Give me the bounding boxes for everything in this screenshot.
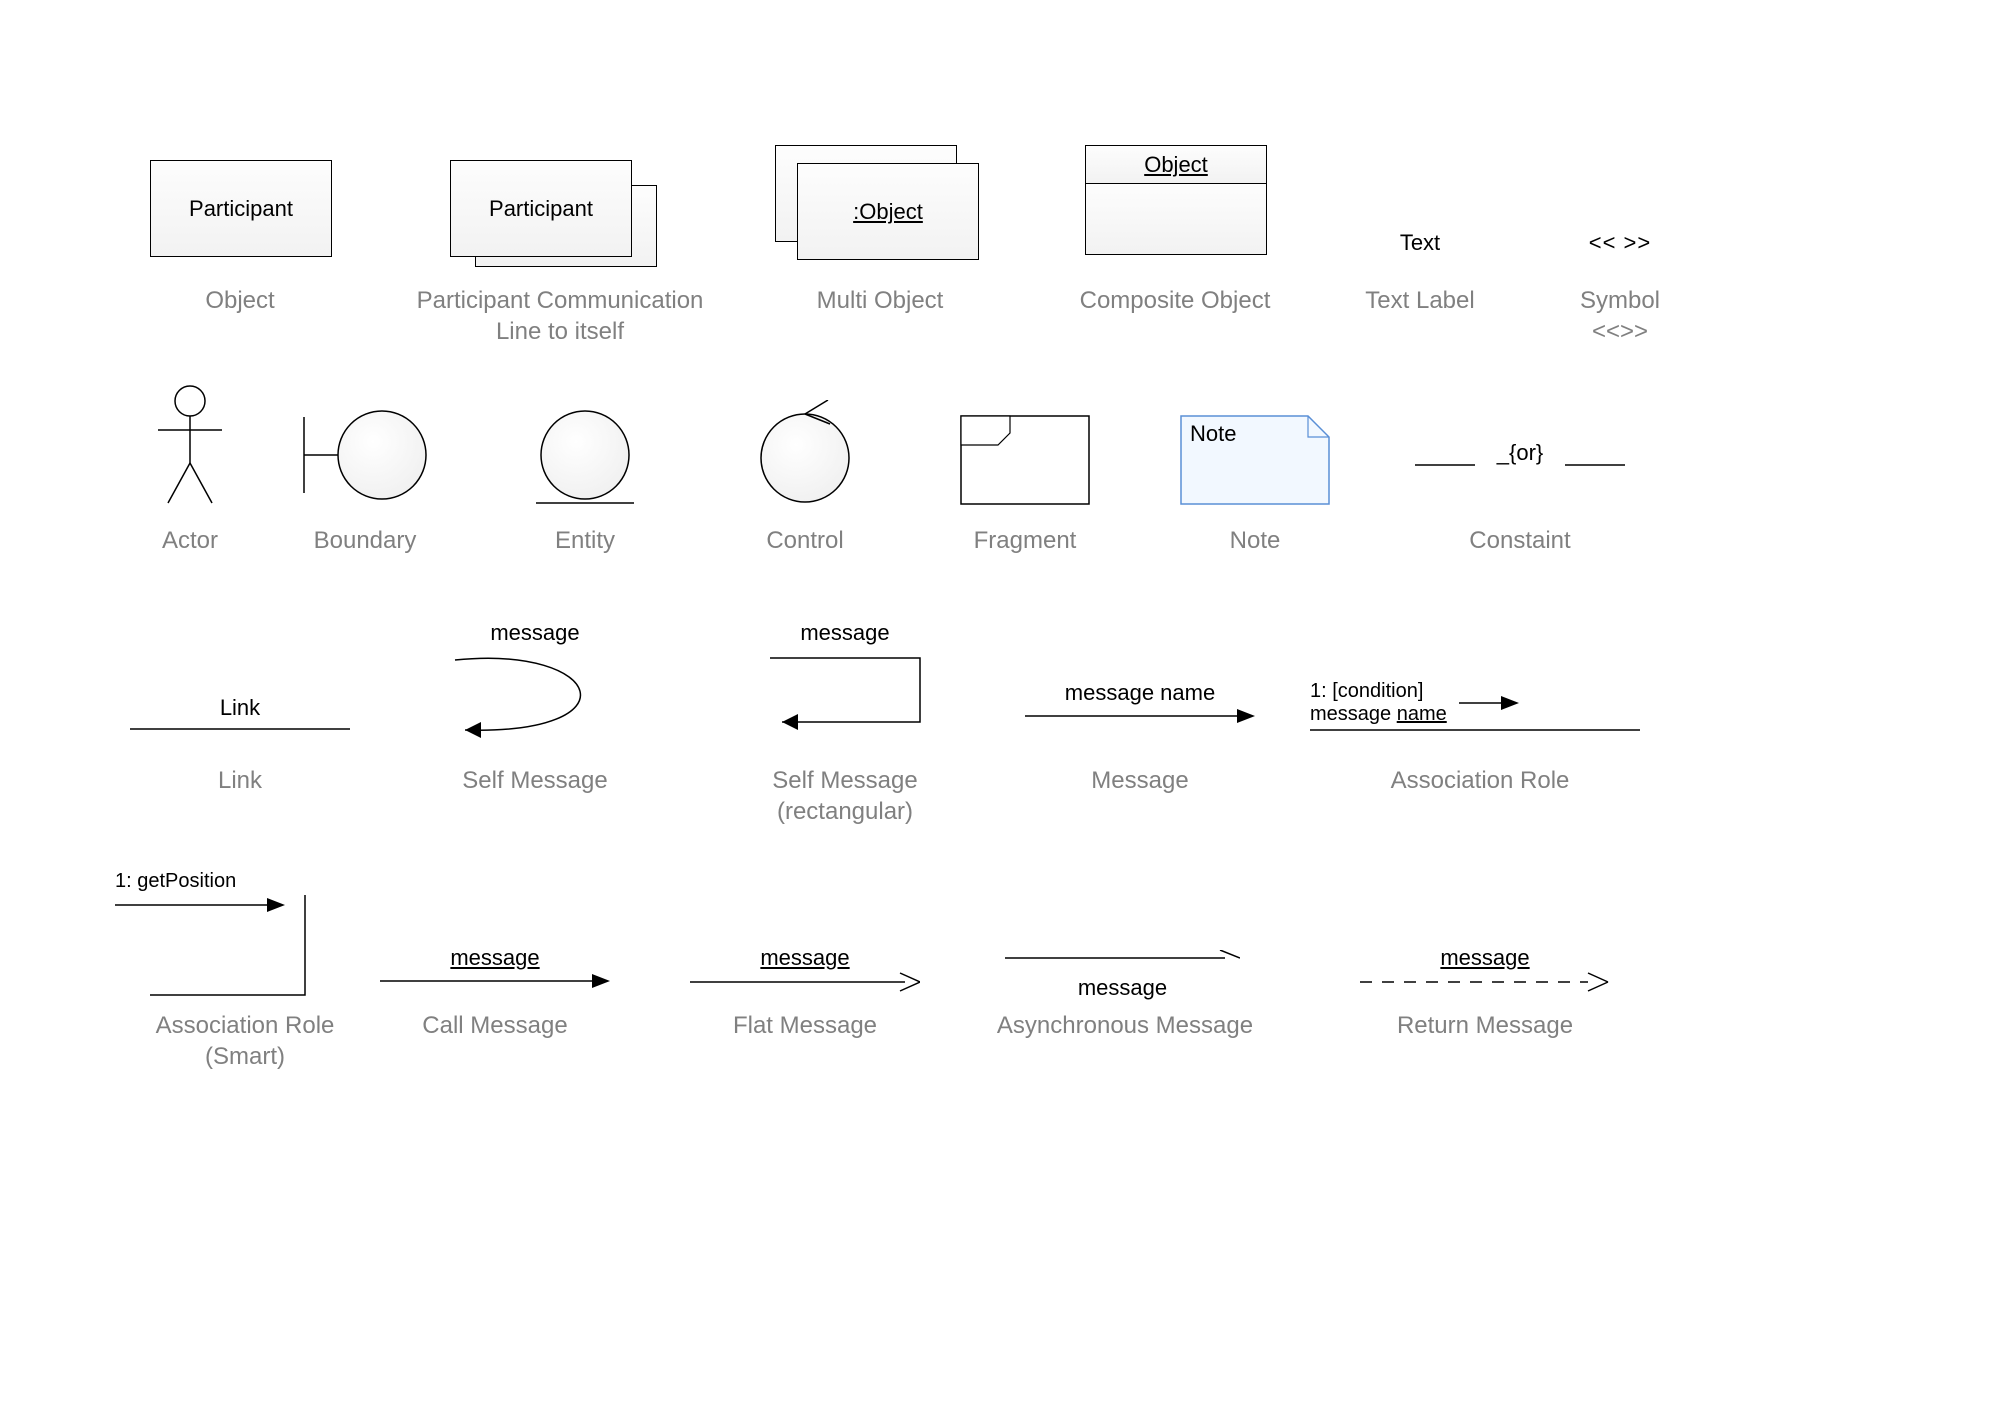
entity-caption: Entity [530,525,640,556]
object-label: Participant [189,196,293,222]
self-message-rect-label: message [760,620,930,646]
async-message-symbol: message [1005,950,1240,1001]
assoc-role-smart-symbol: 1: getPosition [115,870,315,1010]
control-caption: Control [750,525,860,556]
text-label-symbol: Text [1370,230,1470,256]
self-message-rect-caption: Self Message (rectangular) [740,765,950,827]
multi-object-caption: Multi Object [775,285,985,316]
message-symbol: message name [1025,680,1255,731]
call-message-caption: Call Message [410,1010,580,1041]
link-label: Link [130,695,350,721]
fragment-icon [960,415,1090,510]
flat-message-caption: Flat Message [720,1010,890,1041]
symbol-caption: Symbol <<>> [1555,285,1685,347]
symbol-glyph: << >> [1560,230,1680,256]
multi-object-symbol: :Object [775,145,980,255]
fragment-caption: Fragment [955,525,1095,556]
assoc-role-line2-pre: message [1310,703,1397,725]
control-icon [750,400,860,515]
assoc-role-smart-label: 1: getPosition [115,870,315,893]
association-role-symbol: 1: [condition] message name [1310,680,1640,734]
composite-object-symbol: Object [1085,145,1267,255]
self-message-symbol: message [445,620,625,755]
entity-icon [530,405,640,515]
association-role-caption: Association Role [1370,765,1590,796]
object-symbol: Participant [150,160,332,257]
link-symbol: Link [130,695,350,739]
actor-icon [150,385,230,510]
note-icon: Note [1180,415,1330,510]
constraint-caption: Constaint [1445,525,1595,556]
boundary-icon [300,405,430,510]
note-label: Note [1190,421,1236,447]
call-message-label: message [380,945,610,971]
assoc-role-smart-caption: Association Role (Smart) [130,1010,360,1072]
async-message-label: message [1005,975,1240,1001]
participant-comm-label: Participant [489,196,593,222]
self-message-label: message [445,620,625,646]
flat-message-label: message [690,945,920,971]
composite-object-caption: Composite Object [1060,285,1290,316]
note-caption: Note [1195,525,1315,556]
self-message-rect-symbol: message [760,620,930,745]
message-label: message name [1025,680,1255,706]
return-message-symbol: message [1360,945,1610,998]
async-message-caption: Asynchronous Message [985,1010,1265,1041]
link-caption: Link [185,765,295,796]
flat-message-symbol: message [690,945,920,998]
return-message-caption: Return Message [1380,1010,1590,1041]
object-caption: Object [150,285,330,316]
return-message-label: message [1360,945,1610,971]
constraint-label: _{or} [1497,440,1544,465]
participant-comm-symbol: Participant [450,160,660,265]
self-message-caption: Self Message [440,765,630,796]
message-caption: Message [1070,765,1210,796]
multi-object-label: :Object [853,199,923,225]
boundary-caption: Boundary [300,525,430,556]
composite-object-label: Object [1144,152,1208,178]
text-label-caption: Text Label [1350,285,1490,316]
participant-comm-caption: Participant Communication Line to itself [400,285,720,347]
actor-caption: Actor [145,525,235,556]
assoc-role-line2-u: name [1397,703,1447,725]
assoc-role-line1: 1: [condition] [1310,680,1447,703]
constraint-icon: _{or} [1415,440,1625,466]
call-message-symbol: message [380,945,610,996]
